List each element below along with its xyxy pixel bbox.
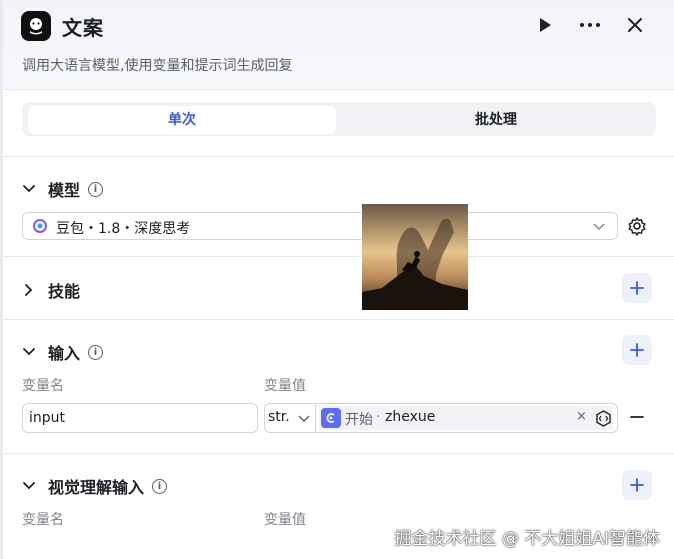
variable-reference[interactable]: 开始 · zhexue × <box>319 406 613 430</box>
chevron-down-icon <box>298 415 310 423</box>
doubao-logo-icon <box>33 219 47 233</box>
add-input-button[interactable] <box>622 335 652 365</box>
vision-section-header[interactable]: 视觉理解输入 i <box>22 474 168 498</box>
model-section-header[interactable]: 模型 i <box>22 177 104 201</box>
chevron-down-icon <box>23 348 35 356</box>
gear-icon <box>628 217 646 236</box>
info-icon: i <box>88 181 104 197</box>
reference-separator: · <box>376 409 381 425</box>
overlay-photo <box>362 204 468 310</box>
add-skill-button[interactable] <box>622 273 652 303</box>
plus-icon <box>630 343 644 357</box>
plus-icon <box>630 478 644 492</box>
page-title: 文案 <box>62 16 104 40</box>
variable-name-value: input <box>29 410 66 426</box>
section-title: 输入 <box>48 344 81 363</box>
input-section-header[interactable]: 输入 i <box>22 340 104 364</box>
play-icon <box>540 18 551 32</box>
skills-section: 技能 <box>3 257 674 320</box>
more-button[interactable] <box>577 12 603 38</box>
mode-tabs: 单次 批处理 <box>22 102 656 136</box>
info-icon: i <box>152 478 168 494</box>
more-icon <box>580 23 600 27</box>
start-node-icon <box>321 408 341 428</box>
panel-header: 文案 调用大语言模型,使用变量和提示词生成回复 <box>3 0 674 90</box>
variable-picker-icon[interactable] <box>595 410 612 427</box>
add-vision-input-button[interactable] <box>622 470 652 500</box>
tab-single[interactable]: 单次 <box>28 106 336 134</box>
input-section: 输入 i 变量名 变量值 input str. 开始 · zhexue × <box>3 320 674 454</box>
clear-reference-button[interactable]: × <box>576 409 587 424</box>
variable-name-input[interactable]: input <box>22 403 258 433</box>
node-config-panel: 文案 调用大语言模型,使用变量和提示词生成回复 单次 批处理 模型 i 豆包・1… <box>0 0 674 559</box>
model-select[interactable]: 豆包・1.8・深度思考 <box>22 212 618 240</box>
chevron-right-icon <box>25 284 33 296</box>
section-title: 视觉理解输入 <box>48 478 145 497</box>
type-select-value: str. <box>268 409 290 425</box>
model-section: 模型 i 豆包・1.8・深度思考 <box>3 157 674 257</box>
chevron-down-icon <box>23 482 35 490</box>
minus-icon <box>630 416 644 418</box>
column-header-value: 变量值 <box>264 512 306 528</box>
model-select-value: 豆包・1.8・深度思考 <box>56 221 191 237</box>
chevron-down-icon <box>23 185 35 193</box>
skills-section-header[interactable]: 技能 <box>22 278 80 302</box>
section-title: 技能 <box>48 282 81 301</box>
close-button[interactable] <box>622 12 648 38</box>
type-select[interactable]: str. <box>265 404 316 432</box>
column-header-name: 变量名 <box>22 378 64 394</box>
page-subtitle: 调用大语言模型,使用变量和提示词生成回复 <box>22 58 293 74</box>
info-icon: i <box>88 344 104 360</box>
column-header-value: 变量值 <box>264 378 306 394</box>
close-icon <box>628 18 642 32</box>
run-button[interactable] <box>532 12 558 38</box>
section-title: 模型 <box>48 181 81 200</box>
chevron-down-icon <box>593 223 605 231</box>
remove-input-button[interactable] <box>629 407 645 427</box>
variable-value-field: str. 开始 · zhexue × <box>264 403 618 433</box>
watermark: 掘金技术社区 @ 不大姐姐AI智能体 <box>394 529 660 549</box>
tab-batch[interactable]: 批处理 <box>342 106 650 134</box>
plus-icon <box>630 281 644 295</box>
reference-variable-name: zhexue <box>385 409 436 425</box>
column-header-name: 变量名 <box>22 512 64 528</box>
mode-tabs-section: 单次 批处理 <box>3 90 674 157</box>
reference-node-name: 开始 <box>345 412 373 428</box>
model-settings-button[interactable] <box>627 216 647 240</box>
node-logo-icon <box>21 11 51 41</box>
